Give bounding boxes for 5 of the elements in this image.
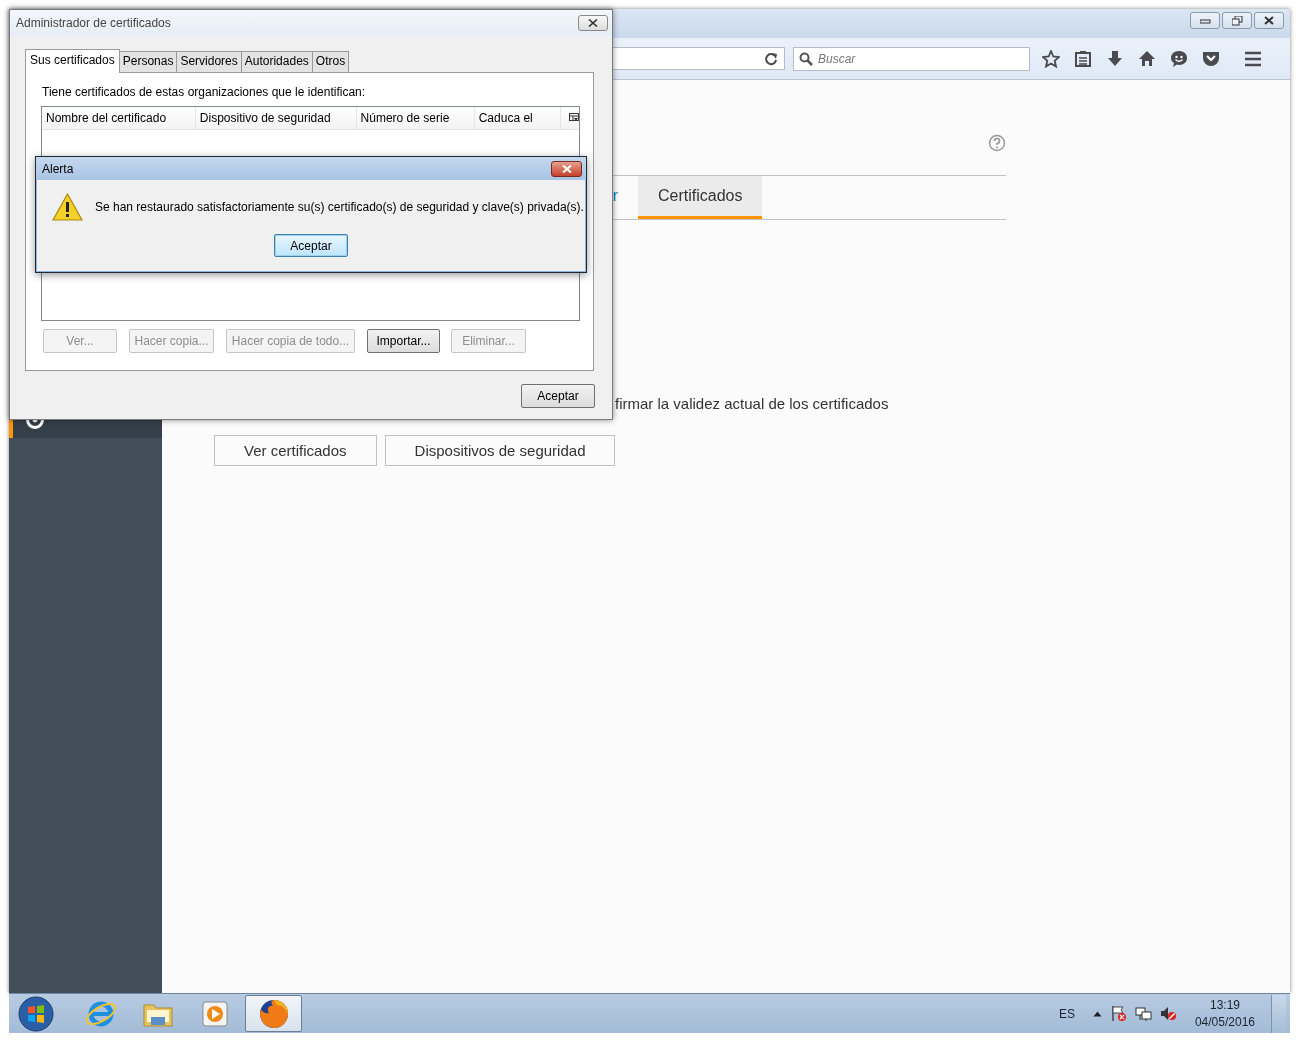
intro-text: Tiene certificados de estas organizaciones que le identifican: — [42, 85, 367, 99]
alert-message: Se han restaurado satisfactoriamente su(s) certificado(s) de seguridad y clave(s) privada(s). — [95, 200, 584, 214]
window-title: Administrador de certificados — [16, 16, 171, 30]
window-title: Alerta — [42, 161, 74, 176]
description-text: firmar la validez actual de los certificados — [615, 395, 889, 412]
